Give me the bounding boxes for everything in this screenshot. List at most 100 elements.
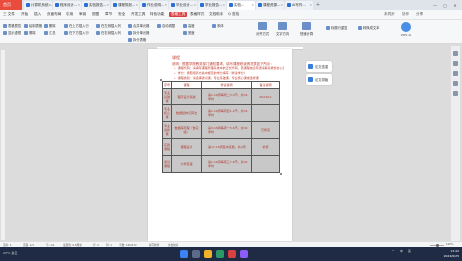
table-cell[interactable]: 数据结构与算法 xyxy=(171,104,202,122)
width-field[interactable]: 宽度 xyxy=(183,30,195,35)
menu-page-layout[interactable]: 页面布局 xyxy=(47,12,61,17)
insert-col-left-button[interactable]: 在左侧插入列 xyxy=(96,23,121,28)
menu-table-style[interactable]: 表格样式 xyxy=(190,12,204,17)
new-tab-button[interactable]: + xyxy=(314,1,322,10)
close-icon[interactable]: ✕ xyxy=(280,1,283,10)
close-icon[interactable]: ✕ xyxy=(106,1,109,10)
text-direction-button[interactable]: 文字方向 xyxy=(276,22,289,36)
document-page[interactable]: 课程 说明：根据学院教务部门通知要求，填写课程修读情况表如下所示： 课程代码：请… xyxy=(148,49,292,241)
windows-start-icon[interactable] xyxy=(180,250,188,258)
close-window-button[interactable]: ✕ xyxy=(450,3,460,8)
split-table-button[interactable]: 拆分表格 xyxy=(128,37,146,42)
table-cell[interactable]: 专业核心课 xyxy=(162,104,172,122)
insert-row-below-button[interactable]: 在下方插入行 xyxy=(64,30,89,35)
table-cell[interactable]: 第1-16周每周四1-2节，共32学时 xyxy=(201,104,252,122)
doc-tab-active[interactable]: 实验... ✕ xyxy=(227,1,255,10)
doc-tab[interactable]: AI写作... ✕ xyxy=(285,1,313,10)
doc-tab[interactable]: 课程资源... ✕ xyxy=(256,1,284,10)
close-icon[interactable]: ✕ xyxy=(309,1,312,10)
shape-icon[interactable] xyxy=(453,71,458,76)
paper-format-card[interactable]: 论文排版 xyxy=(306,74,332,85)
insert-col-right-button[interactable]: 在右侧插入列 xyxy=(96,30,121,35)
table-cell[interactable]: 专业基础课 xyxy=(162,88,172,105)
table-cell[interactable] xyxy=(251,155,280,173)
erase-button[interactable]: 擦除 xyxy=(24,30,36,35)
quick-calc-button[interactable]: 快速计算 xyxy=(300,22,313,36)
repeat-header-button[interactable]: 标题行重复 xyxy=(326,25,347,30)
weather-widget[interactable]: 23°C 多云 xyxy=(3,251,17,255)
table-cell[interactable]: 课程设计 xyxy=(171,138,202,156)
course-table[interactable]: 序号 课程 修读说明 备注说明 专业基础课 程序设计基础 第1-16周每周二3-… xyxy=(162,81,280,173)
menu-start[interactable]: 开始 xyxy=(21,12,28,17)
doc-tab[interactable]: 毕业设计... ✕ xyxy=(169,1,197,10)
insert-row-above-button[interactable]: 在上方插入行 xyxy=(64,23,89,28)
tray-expand-icon[interactable]: ^ xyxy=(392,249,394,253)
close-icon[interactable]: ✕ xyxy=(251,1,254,10)
summary-button[interactable]: 汇总 xyxy=(44,30,56,35)
close-icon[interactable]: ✕ xyxy=(164,1,167,10)
wps-icon[interactable] xyxy=(228,250,236,258)
doc-tab[interactable]: 学业报告... ✕ xyxy=(198,1,226,10)
table-resize-handle[interactable] xyxy=(280,173,282,175)
sync-status[interactable]: 未同步 xyxy=(384,12,395,17)
collab-button[interactable]: 协作 xyxy=(402,12,409,17)
doc-tab[interactable]: 计算机系统... ✕ xyxy=(24,1,52,10)
table-cell[interactable]: 实践课程 xyxy=(162,138,172,156)
doc-tab[interactable]: 课程规划... ✕ xyxy=(111,1,139,10)
table-cell[interactable]: 大学英语 xyxy=(171,155,202,173)
merge-cells-button[interactable]: 合并单元格 xyxy=(128,23,149,28)
menu-dev-tools[interactable]: 开发工具 xyxy=(131,12,145,17)
table-cell[interactable]: 第1-16周每周三7-8节，共32学时 xyxy=(201,155,252,173)
menu-insert[interactable]: 插入 xyxy=(34,12,41,17)
align-button[interactable]: 对齐方式 xyxy=(256,22,269,36)
table-cell[interactable]: 补修 xyxy=(251,138,280,156)
menu-features[interactable]: 特色功能 xyxy=(150,12,164,17)
language-indicator[interactable]: 英 xyxy=(408,249,411,253)
share-button[interactable]: 分享 xyxy=(416,12,423,17)
table-cell[interactable] xyxy=(251,104,280,122)
table-cell[interactable]: 程序设计基础 xyxy=(171,88,202,105)
height-field[interactable]: 高度 xyxy=(183,23,195,28)
select-icon[interactable] xyxy=(453,61,458,66)
table-cell[interactable]: 第3-18周每周一5-6节，共32学时 xyxy=(201,121,252,139)
convert-to-text-button[interactable]: 转换成文本 xyxy=(358,25,379,30)
browser-icon[interactable] xyxy=(216,250,224,258)
delete-button[interactable]: 删除 xyxy=(44,23,56,28)
plagiarism-check-card[interactable]: 论文查重 xyxy=(306,61,332,72)
search-icon[interactable] xyxy=(192,250,200,258)
close-icon[interactable]: ✕ xyxy=(193,1,196,10)
doc-tab[interactable]: 程序设计... ✕ xyxy=(53,1,81,10)
wps-ai-button[interactable]: WPS AI xyxy=(397,22,415,42)
table-header[interactable]: 备注说明 xyxy=(251,81,280,89)
menu-view[interactable]: 视图 xyxy=(92,12,99,17)
menu-chapter[interactable]: 章节 xyxy=(105,12,112,17)
font-select[interactable]: 宋体 xyxy=(212,23,224,28)
home-tab[interactable]: 首页 xyxy=(0,0,22,10)
close-icon[interactable]: ✕ xyxy=(77,1,80,10)
settings-icon[interactable] xyxy=(453,81,458,86)
zoom-level[interactable]: 100% xyxy=(446,243,453,246)
table-cell[interactable]: 通识课程 xyxy=(162,155,172,173)
table-move-handle[interactable] xyxy=(160,79,162,81)
table-cell[interactable]: 数据库原理（含实验） xyxy=(171,121,202,139)
table-cell[interactable]: 2024/11 xyxy=(251,88,280,105)
split-cells-button[interactable]: 拆分单元格 xyxy=(128,30,149,35)
close-icon[interactable]: ✕ xyxy=(222,1,225,10)
ime-indicator[interactable]: 中 xyxy=(400,249,403,253)
table-header[interactable]: 序号 xyxy=(162,81,172,89)
menu-table-tools[interactable]: 表格工具 xyxy=(169,12,188,17)
autofit-button[interactable]: 自动调整 xyxy=(157,23,175,28)
menu-review[interactable]: 审阅 xyxy=(79,12,86,17)
draw-table-button[interactable]: 绘制表格 xyxy=(24,23,42,28)
table-cell[interactable]: 第1-16周每周二3-4节，共32学时 xyxy=(201,88,252,105)
style-icon[interactable] xyxy=(453,51,458,56)
minimize-button[interactable]: — xyxy=(430,3,440,8)
menu-search[interactable]: Q 查找 xyxy=(228,12,239,17)
doc-tab[interactable]: 实验报告... ✕ xyxy=(82,1,110,10)
table-props-button[interactable]: 表格属性 xyxy=(3,23,21,28)
table-cell[interactable]: 第17-18周集中实践，共2周 xyxy=(201,138,252,156)
close-icon[interactable]: ✕ xyxy=(135,1,138,10)
maximize-button[interactable]: ▢ xyxy=(440,3,450,8)
app-icon[interactable] xyxy=(240,250,248,258)
table-cell[interactable]: 已修完 xyxy=(251,121,280,139)
